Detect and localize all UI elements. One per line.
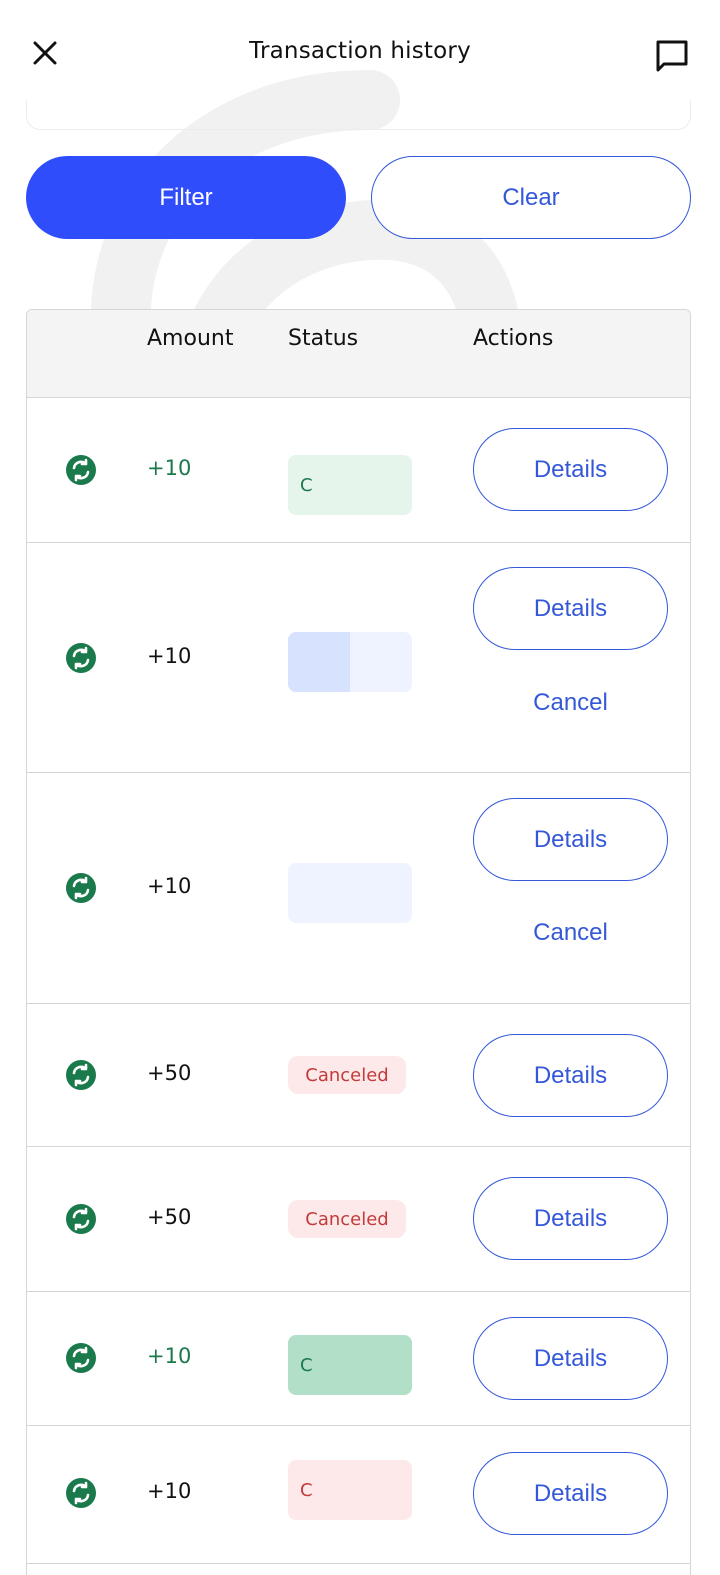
exchange-icon: [66, 1204, 96, 1234]
table-row: +50 Canceled Details: [27, 1147, 690, 1292]
amount-value: +50: [147, 1205, 192, 1229]
table-row: +10 C Details: [27, 1292, 690, 1426]
status-badge: Canceled: [288, 1056, 406, 1094]
details-button[interactable]: Details: [473, 1034, 668, 1117]
details-button[interactable]: Details: [473, 567, 668, 650]
exchange-icon: [66, 643, 96, 673]
details-button[interactable]: Details: [473, 1177, 668, 1260]
page-title: Transaction history: [249, 38, 471, 64]
details-button[interactable]: Details: [473, 798, 668, 881]
amount-value: +10: [147, 1344, 192, 1368]
status-badge: Canceled: [288, 1200, 406, 1238]
table-row: +50 Canceled Details: [27, 1004, 690, 1147]
exchange-icon: [66, 455, 96, 485]
filter-button[interactable]: Filter: [26, 156, 346, 239]
details-button[interactable]: Details: [473, 428, 668, 511]
exchange-icon: [66, 1478, 96, 1508]
amount-value: +10: [147, 644, 192, 668]
clear-button[interactable]: Clear: [371, 156, 691, 239]
table-row: +10 C Details: [27, 1426, 690, 1564]
status-badge: C: [288, 1335, 412, 1395]
cancel-button[interactable]: Cancel: [473, 908, 668, 958]
amount-value: +10: [147, 1479, 192, 1503]
details-button[interactable]: Details: [473, 1452, 668, 1535]
exchange-icon: [66, 1060, 96, 1090]
status-badge: C: [288, 455, 412, 515]
column-header-status: Status: [288, 326, 359, 351]
cancel-button[interactable]: Cancel: [473, 678, 668, 728]
amount-value: +10: [147, 874, 192, 898]
filter-panel: [26, 100, 691, 130]
status-badge: C: [288, 1460, 412, 1520]
app-header: Transaction history: [0, 0, 720, 110]
table-row: +10 Details Cancel: [27, 773, 690, 1004]
table-row: +10 Details Cancel: [27, 543, 690, 773]
exchange-icon: [66, 873, 96, 903]
chat-icon[interactable]: [654, 38, 690, 74]
transactions-table: Amount Status Actions +10 C Details +10 …: [26, 309, 691, 1575]
status-badge: [288, 863, 412, 923]
table-header: Amount Status Actions: [27, 310, 690, 398]
column-header-actions: Actions: [473, 326, 554, 351]
amount-value: +50: [147, 1061, 192, 1085]
status-badge: [288, 632, 412, 692]
exchange-icon: [66, 1343, 96, 1373]
amount-value: +10: [147, 456, 192, 480]
table-row: +10 C Details: [27, 398, 690, 543]
column-header-amount: Amount: [147, 326, 234, 351]
details-button[interactable]: Details: [473, 1317, 668, 1400]
